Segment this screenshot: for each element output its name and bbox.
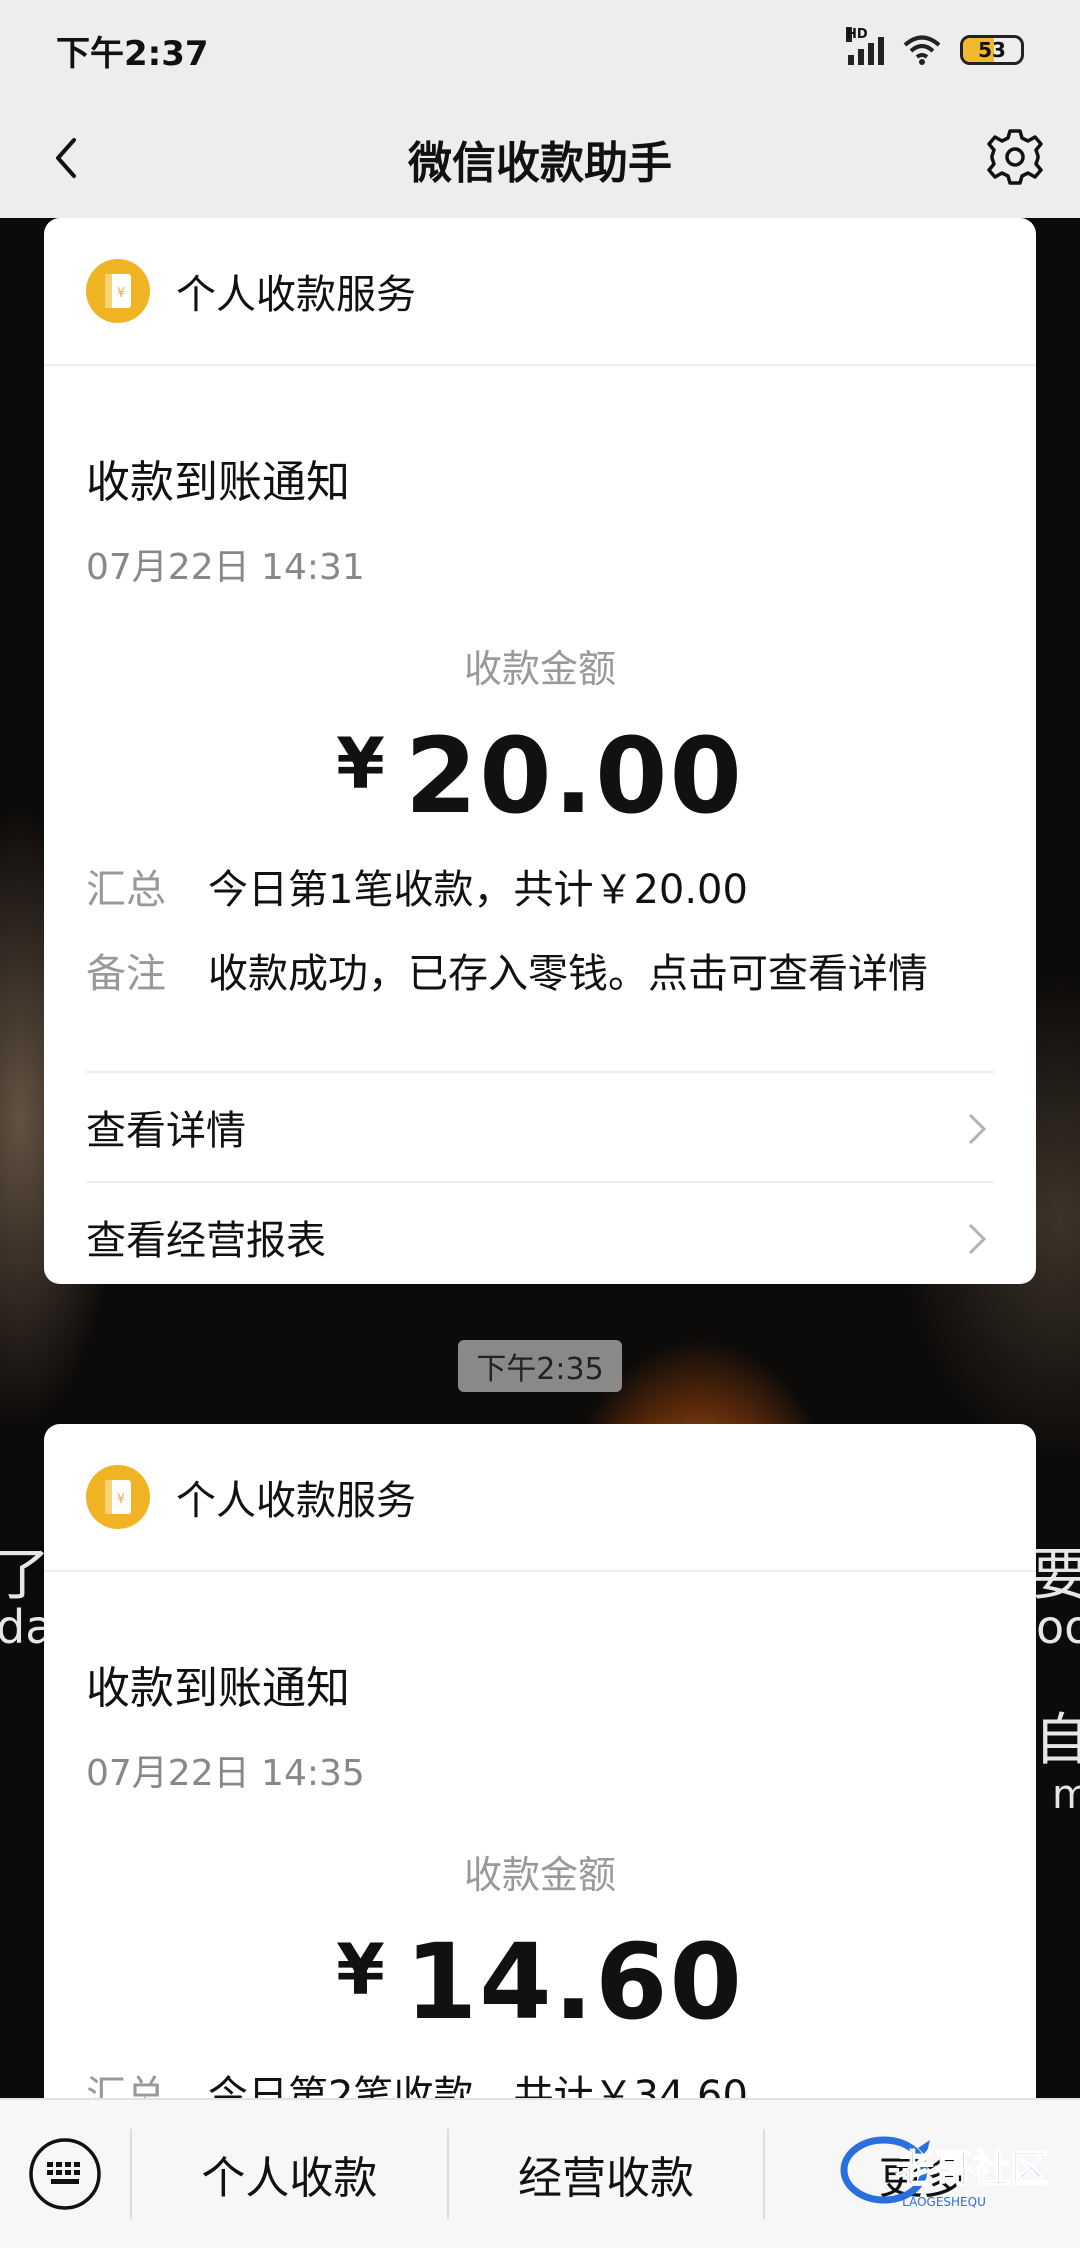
watermark-subtext: LAOGESHEQU <box>902 2195 986 2209</box>
currency-symbol: ¥ <box>336 723 387 805</box>
background-text: 要 <box>1032 1543 1080 1608</box>
svg-text:¥: ¥ <box>117 1492 125 1507</box>
keyboard-toggle-button[interactable] <box>0 2099 130 2248</box>
cellular-signal-icon: HD <box>846 27 884 65</box>
status-bar: 下午2:37 HD 53 <box>0 0 1080 100</box>
amount-value: 20.00 <box>404 715 744 837</box>
chevron-right-icon <box>968 1113 987 1145</box>
chevron-right-icon <box>968 1223 987 1255</box>
wallet-icon: ¥ <box>86 259 150 323</box>
header: 微信收款助手 <box>0 100 1080 218</box>
battery-icon: 53 <box>960 35 1024 65</box>
background-text: oo <box>1036 1600 1080 1654</box>
payment-message-card[interactable]: ¥ 个人收款服务 收款到账通知 07月22日 14:35 收款金额 ¥14.60… <box>44 1424 1036 2124</box>
summary-key: 汇总 <box>86 867 166 913</box>
menu-business-payment[interactable]: 经营收款 <box>446 2129 764 2219</box>
remark-key: 备注 <box>86 951 166 997</box>
watermark-logo: 老哥社区 LAOGESHEQU <box>840 2136 1049 2209</box>
wifi-icon <box>903 35 941 65</box>
status-icons: HD 53 <box>846 27 1024 66</box>
service-name: 个人收款服务 <box>176 272 416 318</box>
notice-time: 07月22日 14:31 <box>86 547 365 588</box>
chevron-left-icon[interactable] <box>40 130 96 186</box>
remark-value: 收款成功，已存入零钱。点击可查看详情 <box>208 951 928 997</box>
battery-percent: 53 <box>978 38 1006 62</box>
notice-time: 07月22日 14:35 <box>86 1753 365 1794</box>
amount-label: 收款金额 <box>463 1853 616 1897</box>
notice-title: 收款到账通知 <box>86 457 350 508</box>
view-details-label: 查看详情 <box>86 1108 246 1154</box>
time-separator: 下午2:35 <box>458 1340 622 1392</box>
svg-text:¥: ¥ <box>117 286 125 301</box>
network-type-label: HD <box>846 27 868 42</box>
service-name: 个人收款服务 <box>176 1478 416 1524</box>
background-text: m <box>1052 1772 1080 1818</box>
view-details-link[interactable]: 查看详情 <box>86 1071 994 1181</box>
remark-row: 备注 收款成功，已存入零钱。点击可查看详情 <box>86 941 994 999</box>
page-title: 微信收款助手 <box>408 138 672 189</box>
amount-value: 14.60 <box>404 1921 744 2043</box>
amount: ¥14.60 <box>86 1921 994 2043</box>
background-text: 自 <box>1034 1708 1080 1773</box>
status-time: 下午2:37 <box>56 33 209 74</box>
watermark-text: 老哥社区 <box>896 2147 1048 2191</box>
keyboard-icon <box>29 2138 101 2210</box>
view-report-link[interactable]: 查看经营报表 <box>86 1181 994 1284</box>
summary-row: 汇总 今日第1笔收款，共计￥20.00 <box>86 857 994 915</box>
wallet-icon: ¥ <box>86 1465 150 1529</box>
menu-personal-payment[interactable]: 个人收款 <box>130 2129 447 2219</box>
gear-icon[interactable] <box>980 122 1050 192</box>
view-report-label: 查看经营报表 <box>86 1218 326 1264</box>
notice-title: 收款到账通知 <box>86 1663 350 1714</box>
summary-value: 今日第1笔收款，共计￥20.00 <box>208 867 748 913</box>
payment-message-card[interactable]: ¥ 个人收款服务 收款到账通知 07月22日 14:31 收款金额 ¥20.00… <box>44 218 1036 1284</box>
card-header: ¥ 个人收款服务 <box>44 218 1036 366</box>
amount: ¥20.00 <box>86 715 994 837</box>
currency-symbol: ¥ <box>336 1929 387 2011</box>
card-header: ¥ 个人收款服务 <box>44 1424 1036 1572</box>
amount-label: 收款金额 <box>463 647 616 691</box>
card-links: 查看详情 查看经营报表 <box>86 1071 994 1284</box>
